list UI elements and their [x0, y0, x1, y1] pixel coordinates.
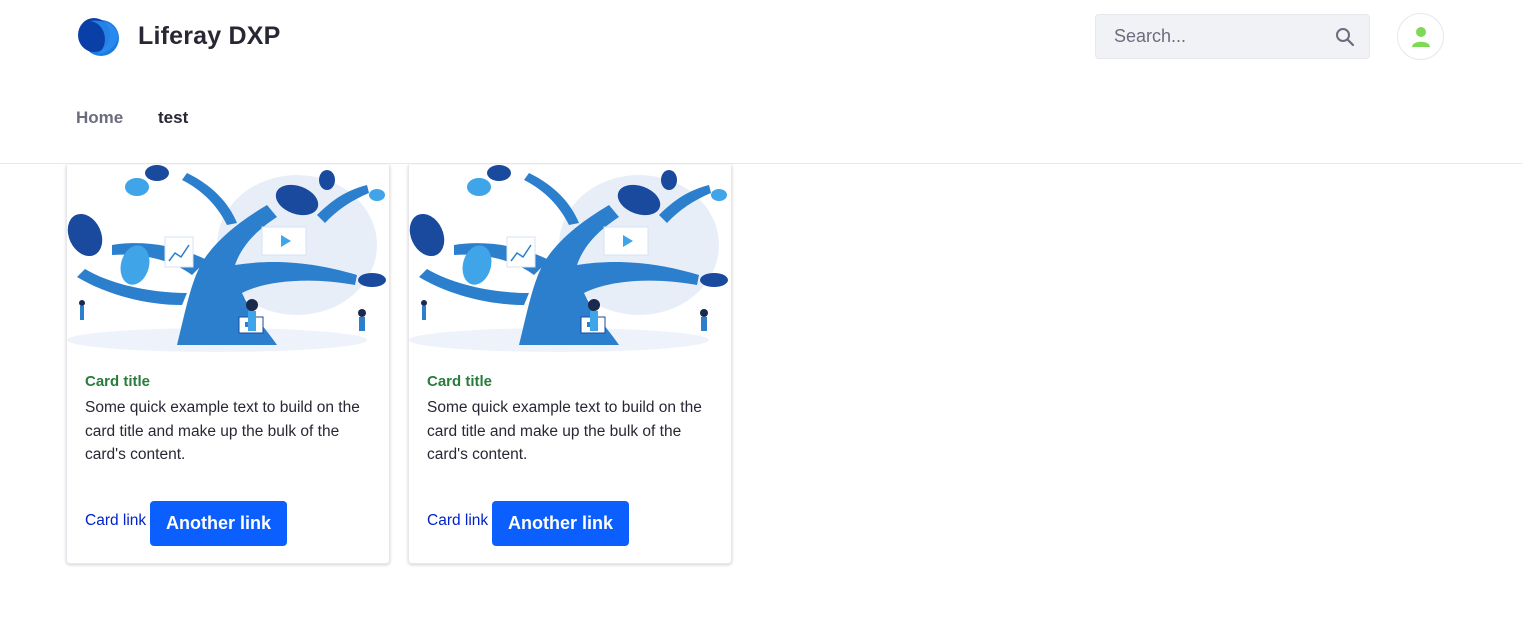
card-link[interactable]: Card link	[85, 512, 146, 530]
nav-item-test[interactable]: test	[158, 108, 188, 128]
liferay-logo-icon[interactable]	[76, 17, 120, 57]
card: Card title Some quick example text to bu…	[66, 165, 390, 564]
search-bar	[1095, 14, 1370, 59]
site-header: Liferay DXP Home test	[0, 0, 1522, 164]
card-link[interactable]: Card link	[427, 512, 488, 530]
another-link-button[interactable]: Another link	[492, 501, 629, 546]
user-avatar-icon	[1412, 27, 1430, 47]
card-image	[67, 165, 386, 352]
card-image	[409, 165, 728, 352]
card-title: Card title	[85, 373, 151, 390]
nav-item-home[interactable]: Home	[76, 108, 123, 128]
card-title: Card title	[427, 373, 493, 390]
another-link-button[interactable]: Another link	[150, 501, 287, 546]
user-avatar-button[interactable]	[1397, 13, 1444, 60]
site-name[interactable]: Liferay DXP	[138, 22, 281, 51]
card-text: Some quick example text to build on the …	[85, 399, 360, 463]
search-input[interactable]	[1096, 15, 1326, 58]
card-text: Some quick example text to build on the …	[427, 399, 702, 463]
search-icon[interactable]	[1333, 25, 1357, 49]
card: Card title Some quick example text to bu…	[408, 165, 732, 564]
